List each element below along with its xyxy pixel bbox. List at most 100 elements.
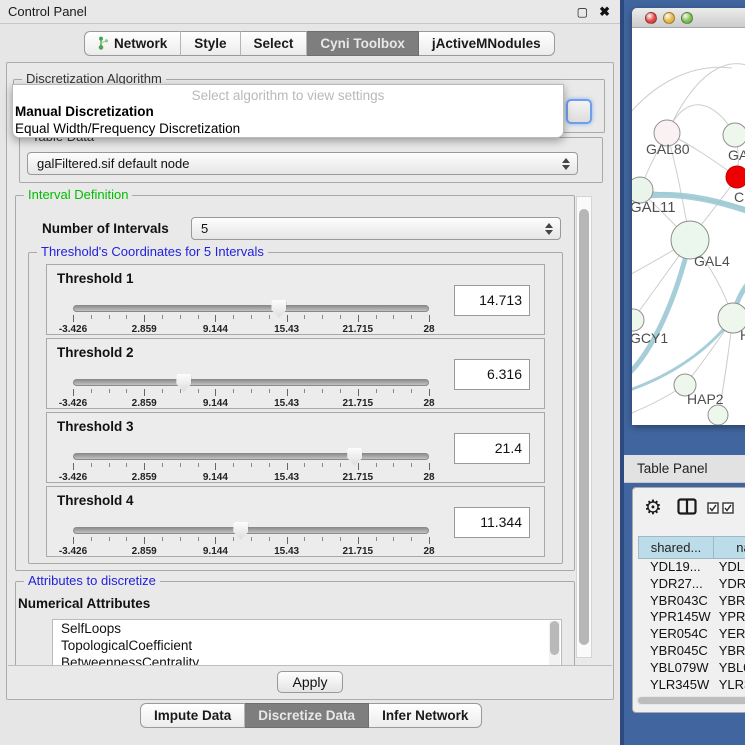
cell-name[interactable]: YER05 [711,626,745,643]
cell-name[interactable]: YDL19 [711,559,745,576]
table-row[interactable]: YLR345WYLR34 [638,677,745,694]
cell-shared-name[interactable]: YBR045C [638,643,711,660]
tab-label: jActiveMNodules [432,36,541,51]
bottom-tab-label: Impute Data [154,708,231,723]
cell-name[interactable]: YIL05 [711,693,745,694]
algorithm-combo-focused-fragment[interactable] [566,99,592,124]
node-label-gal80: GAL80 [646,141,690,157]
minimize-traffic-light[interactable] [663,12,675,24]
cell-shared-name[interactable]: YLR345W [638,677,711,694]
table-row[interactable]: YBR043CYBR04 [638,593,745,610]
network-edge[interactable] [632,67,732,123]
node-top-right[interactable] [723,123,745,147]
threshold-value-field[interactable]: 11.344 [454,507,530,538]
tab-network[interactable]: Network [84,31,181,56]
checkbox-checked-icon[interactable] [722,501,734,519]
algorithm-option-equal-width[interactable]: Equal Width/Frequency Discretization [15,121,240,136]
gear-icon[interactable]: ⚙ [644,495,662,520]
threshold-slider[interactable]: -3.4262.8599.14415.4321.71528 [73,375,429,405]
split-pane-icon[interactable] [677,498,697,520]
slider-track[interactable] [73,527,429,534]
apply-button[interactable]: Apply [277,671,343,693]
close-icon[interactable]: ✖ [599,4,610,20]
cell-name[interactable]: YBR04 [711,643,745,660]
network-canvas[interactable]: GAL80GACGAL11GAL4GCY1HHAP2 [632,28,745,425]
slider-ticks [73,537,429,545]
algorithm-option-manual[interactable]: Manual Discretization [15,104,154,119]
slider-track[interactable] [73,379,429,386]
node-selected-red[interactable] [726,166,745,188]
threshold-value-field[interactable]: 6.316 [454,359,530,390]
threshold-slider[interactable]: -3.4262.8599.14415.4321.71528 [73,523,429,553]
cell-shared-name[interactable]: YDL19... [638,559,711,576]
network-edge[interactable] [667,64,745,133]
numerical-attributes-list[interactable]: SelfLoopsTopologicalCoefficientBetweenne… [52,619,562,669]
interval-definition-group: Interval Definition Number of Intervals … [15,195,575,571]
network-view-window: GAL80GACGAL11GAL4GCY1HHAP2 [632,8,745,425]
number-of-intervals-combo[interactable]: 5 [191,217,561,240]
cell-shared-name[interactable]: YPR145W [638,609,711,626]
right-panel: GAL80GACGAL11GAL4GCY1HHAP2 Table Panel ⚙… [620,0,745,745]
zoom-traffic-light[interactable] [681,12,693,24]
main-scrollbar[interactable] [576,196,592,658]
threshold-value-field[interactable]: 14.713 [454,285,530,316]
cell-name[interactable]: YDR27 [711,576,745,593]
table-row[interactable]: YDL19...YDL19 [638,559,745,576]
table-row[interactable]: YDR27...YDR27 [638,576,745,593]
slider-tick-labels: -3.4262.8599.14415.4321.71528 [73,398,429,410]
network-icon [98,34,109,57]
slider-track[interactable] [73,453,429,460]
cell-name[interactable]: YLR34 [711,677,745,694]
algorithm-dropdown-popup: Select algorithm to view settings Manual… [12,84,564,138]
bottom-tab-impute-data[interactable]: Impute Data [140,703,245,728]
node-gcy1[interactable] [632,309,644,331]
table-data-combo[interactable]: galFiltered.sif default node [27,152,578,175]
algorithm-popup-hint: Select algorithm to view settings [13,88,563,103]
slider-ticks [73,315,429,323]
cell-shared-name[interactable]: YIL052C [638,693,711,694]
close-traffic-light[interactable] [645,12,657,24]
threshold-value-field[interactable]: 21.4 [454,433,530,464]
slider-ticks [73,463,429,471]
column-header-name[interactable]: na [714,536,745,559]
table-row[interactable]: YBR045CYBR04 [638,643,745,660]
interval-definition-label: Interval Definition [24,187,132,202]
threshold-label: Threshold 2 [57,345,134,360]
cell-shared-name[interactable]: YDR27... [638,576,711,593]
checkbox-checked-icon[interactable] [707,501,719,519]
top-tab-bar: NetworkStyleSelectCyni Toolbox jActiveMNo… [84,31,555,56]
column-header-shared[interactable]: shared... [638,536,714,559]
slider-track[interactable] [73,305,429,312]
tab-select[interactable]: Select [241,31,308,56]
table-panel-title: Table Panel [637,461,708,476]
bottom-tab-infer-network[interactable]: Infer Network [369,703,482,728]
node-label-c: C [734,189,744,205]
tab-jactivemnodules[interactable]: jActiveMNodules [419,31,555,56]
bottom-tab-discretize-data[interactable]: Discretize Data [245,703,369,728]
cell-name[interactable]: YBR04 [711,593,745,610]
tab-style[interactable]: Style [181,31,240,56]
attribute-list-item[interactable]: SelfLoops [53,620,561,637]
table-row[interactable]: YIL052CYIL05 [638,693,745,694]
main-scrollbar-thumb[interactable] [579,209,589,645]
table-hscrollbar-thumb[interactable] [638,697,745,704]
cell-shared-name[interactable]: YBL079W [638,660,711,677]
threshold-panel-1: Threshold 1-3.4262.8599.14415.4321.71528… [46,264,545,335]
table-row[interactable]: YBL079WYBL07 [638,660,745,677]
node-bottom[interactable] [708,405,728,425]
cell-shared-name[interactable]: YBR043C [638,593,711,610]
float-window-icon[interactable]: ▢ [577,5,588,19]
cell-shared-name[interactable]: YER054C [638,626,711,643]
threshold-slider[interactable]: -3.4262.8599.14415.4321.71528 [73,449,429,479]
table-row[interactable]: YPR145WYPR14 [638,609,745,626]
table-hscrollbar[interactable] [636,696,745,705]
threshold-slider[interactable]: -3.4262.8599.14415.4321.71528 [73,301,429,331]
attributes-scrollbar[interactable] [549,621,560,669]
cell-name[interactable]: YBL07 [711,660,745,677]
threshold-panel-4: Threshold 4-3.4262.8599.14415.4321.71528… [46,486,545,557]
tab-cyni-toolbox[interactable]: Cyni Toolbox [307,31,419,56]
cell-name[interactable]: YPR14 [711,609,745,626]
attribute-list-item[interactable]: TopologicalCoefficient [53,637,561,654]
slider-tick-labels: -3.4262.8599.14415.4321.71528 [73,324,429,336]
table-row[interactable]: YER054CYER05 [638,626,745,643]
